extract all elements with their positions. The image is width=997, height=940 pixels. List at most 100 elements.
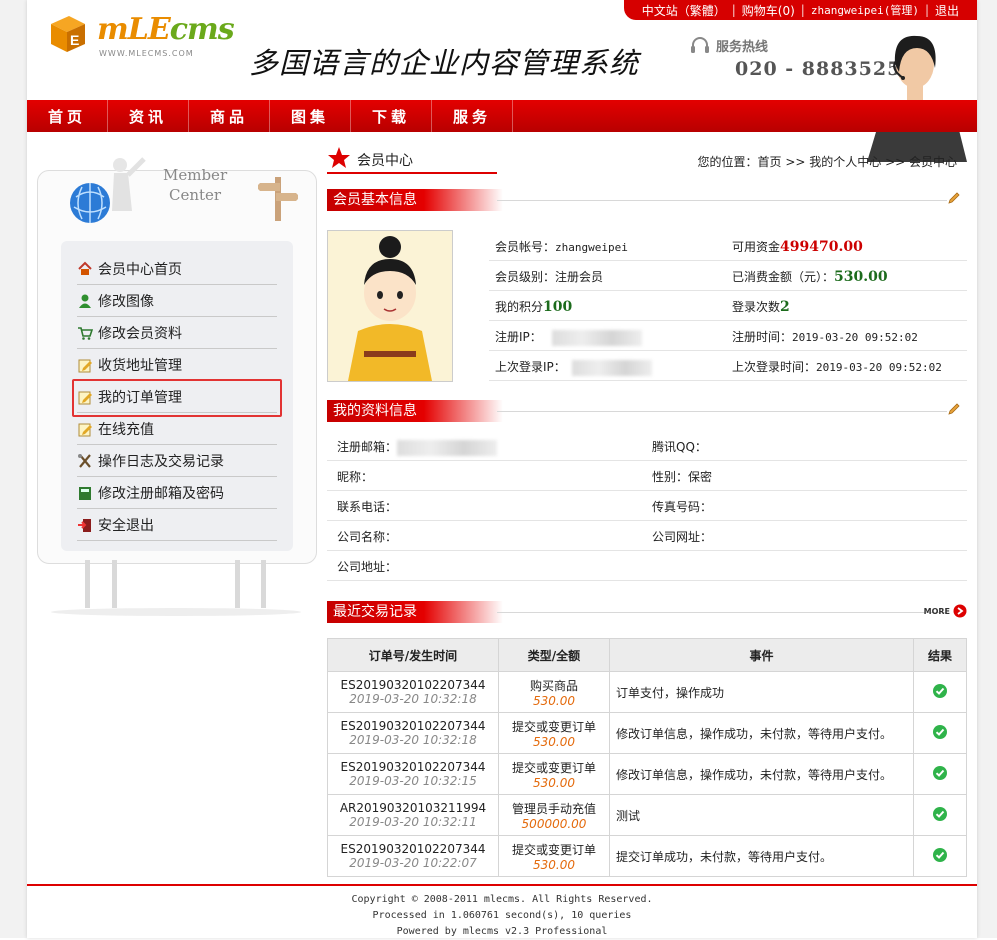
tx-amount: 530.00 — [533, 775, 575, 790]
order-time: 2019-03-20 10:32:15 — [349, 774, 477, 788]
address-label: 公司地址： — [337, 560, 398, 574]
cart-icon — [77, 325, 93, 341]
cart-link[interactable]: 购物车(0) — [736, 2, 801, 19]
account-value: zhangweipei — [555, 241, 628, 254]
menu-item-logs[interactable]: 操作日志及交易记录 — [77, 445, 277, 477]
main-nav: 首页 资讯 商品 图集 下载 服务 — [27, 100, 977, 132]
order-time: 2019-03-20 10:32:11 — [349, 815, 477, 829]
menu-item-change-avatar[interactable]: 修改图像 — [77, 285, 277, 317]
edit-pencil-icon[interactable] — [947, 402, 961, 416]
tx-event: 修改订单信息，操作成功，未付款，等待用户支付。 — [609, 753, 914, 795]
separator: | — [731, 3, 736, 17]
member-avatar[interactable] — [327, 230, 453, 382]
more-link[interactable]: MORE — [924, 604, 967, 618]
site-logo[interactable]: E mLEcms WWW.MLECMS.COM — [47, 12, 235, 62]
redacted-value — [397, 439, 498, 456]
tx-event: 提交订单成功，未付款，等待用户支付。 — [609, 835, 914, 877]
menu-item-logout[interactable]: 安全退出 — [77, 509, 277, 541]
funds-value: 499470.00 — [780, 239, 863, 255]
profile-info-header: 我的资料信息 — [327, 400, 967, 422]
points-value: 100 — [543, 299, 573, 315]
redacted-value — [551, 329, 642, 346]
sidebar-panel: Member Center 会员中心首页 修改图像 修改会员资料 收货地址管理 … — [37, 157, 317, 564]
transactions-header: 最近交易记录 MORE — [327, 601, 967, 623]
profile-row: 联系电话： 传真号码： — [327, 490, 967, 521]
company-label: 公司名称： — [337, 530, 398, 544]
page-title-bar: 会员中心 您的位置：首页 >> 我的个人中心 >> 会员中心 — [327, 140, 967, 174]
menu-item-email-password[interactable]: 修改注册邮箱及密码 — [77, 477, 277, 509]
column-header: 结果 — [913, 638, 967, 672]
footer: Copyright © 2008-2011 mlecms. All Rights… — [27, 892, 977, 940]
profile-row: 注册邮箱： 腾讯QQ： — [327, 430, 967, 461]
page-title: 会员中心 — [357, 153, 413, 169]
hotline-label: 服务热线 — [690, 36, 768, 55]
menu-item-recharge[interactable]: 在线充值 — [77, 413, 277, 445]
profile-row: 公司地址： — [327, 550, 967, 581]
table-row: ES20190320102207344 2019-03-20 10:32:18 购… — [327, 671, 967, 713]
order-id: ES20190320102207344 — [340, 842, 486, 856]
tx-type: 提交或变更订单 — [511, 719, 596, 734]
menu-item-edit-profile[interactable]: 修改会员资料 — [77, 317, 277, 349]
nav-news[interactable]: 资讯 — [108, 100, 189, 132]
edit-pencil-icon[interactable] — [947, 191, 961, 205]
menu-item-member-home[interactable]: 会员中心首页 — [77, 253, 277, 285]
success-check-icon — [933, 724, 947, 739]
basic-info-header: 会员基本信息 — [327, 189, 967, 211]
tx-type: 购买商品 — [529, 678, 578, 693]
last-time-value: 2019-03-20 09:52:02 — [816, 361, 942, 374]
order-time: 2019-03-20 10:32:18 — [349, 733, 477, 747]
tx-event: 修改订单信息，操作成功，未付款，等待用户支付。 — [609, 712, 914, 754]
transactions-table: 订单号/发生时间 类型/全额 事件 结果 ES20190320102207344… — [327, 638, 967, 877]
success-check-icon — [933, 847, 947, 862]
arrow-right-icon — [953, 604, 967, 618]
headset-icon — [691, 36, 709, 53]
info-row: 注册IP： 注册时间：2019-03-20 09:52:02 — [489, 320, 967, 351]
funds-label: 可用资金 — [732, 240, 781, 254]
column-header: 订单号/发生时间 — [327, 638, 499, 672]
order-id: AR20190320103211994 — [339, 801, 487, 815]
table-row: ES20190320102207344 2019-03-20 10:32:18 提… — [327, 712, 967, 754]
info-row: 我的积分100 登录次数2 — [489, 290, 967, 321]
nav-gallery[interactable]: 图集 — [270, 100, 351, 132]
column-header: 事件 — [609, 638, 914, 672]
language-link[interactable]: 中文站（繁體） — [636, 2, 732, 19]
title-underline — [327, 172, 497, 174]
logins-label: 登录次数 — [732, 300, 781, 314]
book-icon — [77, 485, 93, 501]
info-row: 上次登录IP： 上次登录时间：2019-03-20 09:52:02 — [489, 350, 967, 381]
right-gutter — [977, 0, 997, 938]
nav-home[interactable]: 首页 — [27, 100, 108, 132]
points-label: 我的积分 — [495, 300, 544, 314]
divider — [497, 612, 947, 613]
profile-row: 昵称： 性别：保密 — [327, 460, 967, 491]
site-slogan: 多国语言的企业内容管理系统 — [249, 46, 640, 80]
logo-cube-icon: E — [51, 16, 85, 52]
nav-download[interactable]: 下载 — [351, 100, 432, 132]
level-label: 会员级别：注册会员 — [495, 270, 604, 284]
tx-amount: 500000.00 — [521, 816, 587, 831]
success-check-icon — [933, 765, 947, 780]
reg-time-value: 2019-03-20 09:52:02 — [792, 331, 918, 344]
globe-figure-icon — [70, 157, 146, 223]
nav-products[interactable]: 商品 — [189, 100, 270, 132]
left-gutter — [0, 0, 27, 938]
copyright-text: Copyright © 2008-2011 mlecms. All Rights… — [351, 894, 653, 905]
reg-time-label: 注册时间： — [732, 330, 793, 344]
reg-ip-label: 注册IP： — [495, 330, 542, 344]
tx-amount: 530.00 — [533, 734, 575, 749]
divider — [497, 411, 947, 412]
breadcrumb: 您的位置：首页 >> 我的个人中心 >> 会员中心 — [697, 155, 957, 169]
website-label: 公司网址： — [652, 530, 713, 544]
phone-label: 联系电话： — [337, 500, 398, 514]
member-center-header: Member Center — [68, 151, 298, 231]
order-id: ES20190320102207344 — [340, 719, 486, 733]
signpost-icon — [258, 177, 298, 221]
table-row: ES20190320102207344 2019-03-20 10:32:15 提… — [327, 753, 967, 795]
nav-service[interactable]: 服务 — [432, 100, 513, 132]
member-center-title: Member Center — [163, 166, 228, 204]
footer-divider — [27, 884, 977, 886]
menu-item-address[interactable]: 收货地址管理 — [77, 349, 277, 381]
gender-label: 性别：保密 — [652, 470, 713, 484]
tx-type: 管理员手动充值 — [511, 801, 596, 816]
logo-url: WWW.MLECMS.COM — [99, 49, 194, 58]
